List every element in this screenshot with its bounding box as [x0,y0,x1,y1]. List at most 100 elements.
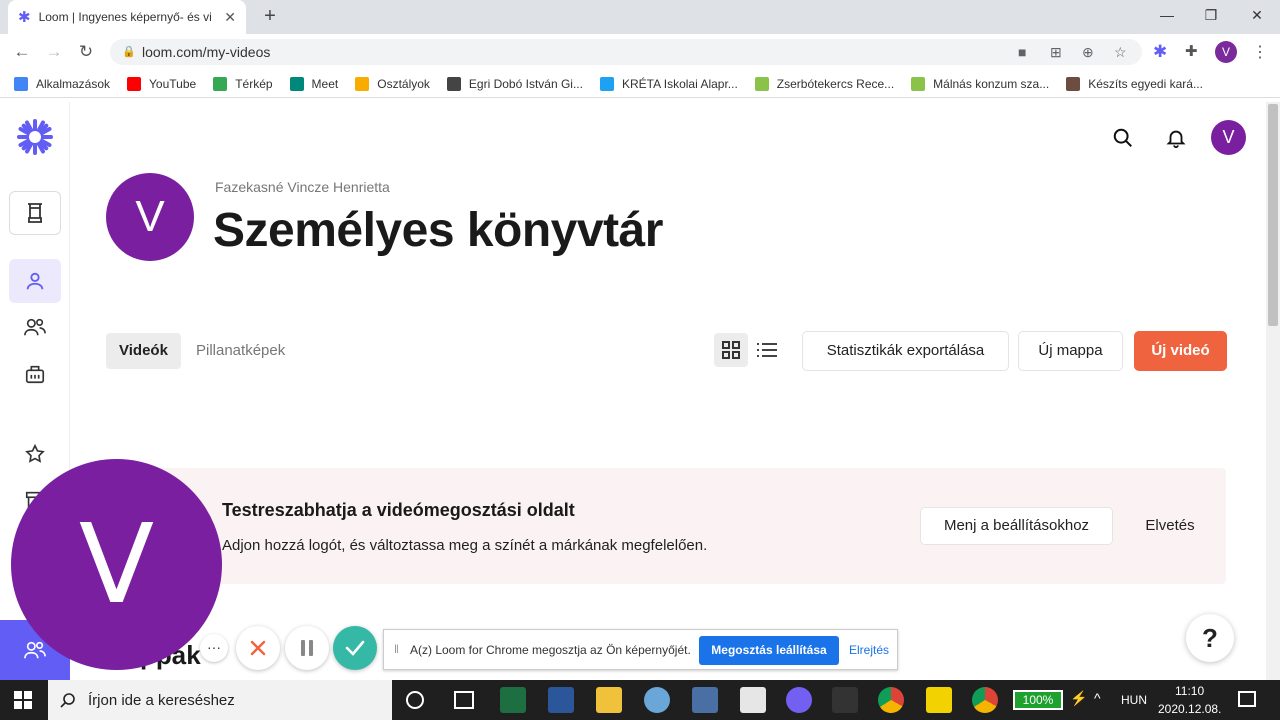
bookmark-item[interactable]: Meet [289,76,339,91]
bookmark-favicon-icon [289,76,304,91]
new-folder-button[interactable]: Új mappa [1018,331,1123,371]
extensions-puzzle-icon[interactable]: ✚ [1185,42,1198,60]
scrollbar-thumb[interactable] [1268,104,1278,326]
lock-icon: 🔒 [122,46,136,58]
banner-text: Adjon hozzá logót, és változtassa meg a … [222,537,708,554]
loom-favicon-icon: ✱ [18,9,31,26]
pause-recording-button[interactable] [285,626,329,670]
file-explorer-icon[interactable] [596,687,622,713]
translate-icon[interactable]: ⊞ [1050,44,1062,61]
export-stats-button[interactable]: Statisztikák exportálása [802,331,1009,371]
sidebar-item-personal[interactable] [9,259,61,303]
bookmark-item[interactable]: KRÉTA Iskolai Alapr... [599,76,738,91]
camera-bubble[interactable]: V [11,459,222,670]
task-view-icon[interactable] [454,691,474,709]
go-to-settings-button[interactable]: Menj a beállításokhoz [920,507,1113,545]
pdf-app-icon[interactable] [926,687,952,713]
close-window-button[interactable]: ✕ [1234,4,1280,28]
bookmark-label: Zserbótekercs Rece... [776,76,895,91]
bookmark-item[interactable]: Alkalmazások [14,76,110,91]
bookmark-label: Egri Dobó István Gi... [468,76,583,91]
restore-button[interactable]: ❐ [1188,4,1234,28]
browser-tab-strip: ✱ Loom | Ingyenes képernyő- és vi ✕ + — … [0,0,1280,34]
notepad-icon[interactable] [740,687,766,713]
loom-logo-icon[interactable] [16,118,54,156]
url-text: loom.com/my-videos [142,44,271,60]
menu-kebab-icon[interactable]: ⋮ [1252,42,1268,62]
bookmark-item[interactable]: Térkép [213,76,273,91]
bookmark-star-icon[interactable]: ☆ [1114,44,1127,61]
zoom-icon[interactable]: ⊕ [1082,44,1094,61]
word-icon[interactable] [548,687,574,713]
taskbar-search[interactable]: Írjon ide a kereséshez [48,680,392,720]
chrome-profile-icon[interactable] [972,687,998,713]
drag-handle-icon[interactable]: ‖ [394,642,399,656]
user-avatar[interactable]: V [1211,120,1246,155]
bookmark-favicon-icon [754,76,769,91]
notification-bell-icon[interactable] [1158,120,1194,156]
reload-button[interactable]: ↻ [76,42,96,62]
hide-share-bar-button[interactable]: Elrejtés [849,643,889,657]
bookmark-favicon-icon [1066,76,1081,91]
search-icon [60,693,75,708]
language-indicator[interactable]: HUN [1121,693,1147,707]
bookmark-item[interactable]: Osztályok [355,76,430,91]
recorder-more-button[interactable]: ··· [200,634,228,662]
new-tab-button[interactable]: + [258,5,282,29]
bookmark-label: Osztályok [377,76,430,91]
page-title: Személyes könyvtár [213,204,663,257]
bookmark-item[interactable]: YouTube [127,76,197,91]
viber-icon[interactable] [786,687,812,713]
minimize-button[interactable]: — [1144,4,1190,28]
app-icon[interactable] [692,687,718,713]
bookmark-label: KRÉTA Iskolai Alapr... [621,76,738,91]
tab-snapshots[interactable]: Pillanatképek [183,333,298,369]
windows-start-icon[interactable] [14,691,32,709]
browser-tab[interactable]: ✱ Loom | Ingyenes képernyő- és vi ✕ [8,0,246,34]
close-tab-icon[interactable]: ✕ [224,9,236,26]
bookmark-label: YouTube [149,76,197,91]
paint-icon[interactable] [644,687,670,713]
search-icon[interactable] [1105,120,1141,156]
sidebar-item-favorites[interactable] [9,432,61,476]
grid-view-icon[interactable] [714,333,748,367]
notification-center-icon[interactable] [1238,691,1256,707]
sidebar-item-workspace-library[interactable] [9,352,61,396]
address-bar[interactable]: 🔒 loom.com/my-videos ■ ⊞ ⊕ ☆ [110,39,1142,65]
list-view-icon[interactable] [752,333,782,367]
help-button[interactable]: ? [1186,614,1234,662]
new-video-button[interactable]: Új videó [1134,331,1227,371]
tab-videos[interactable]: Videók [106,333,181,369]
bookmark-favicon-icon [14,76,28,91]
workspace-icon[interactable] [9,191,61,235]
stop-sharing-button[interactable]: Megosztás leállítása [699,636,839,665]
chrome-icon[interactable] [878,687,904,713]
bookmark-label: Meet [311,76,339,91]
dismiss-banner-button[interactable]: Elvetés [1130,507,1210,545]
bookmark-item[interactable]: Zserbótekercs Rece... [754,76,895,91]
bookmark-favicon-icon [911,76,926,91]
cancel-recording-button[interactable] [236,626,280,670]
camera-icon[interactable]: ■ [1018,44,1026,60]
battery-indicator[interactable]: 100% [1013,690,1063,710]
bookmark-item[interactable]: Egri Dobó István Gi... [446,76,583,91]
profile-avatar[interactable]: V [1215,41,1237,63]
finish-recording-button[interactable] [333,626,377,670]
loom-extension-icon[interactable]: ✱ [1153,42,1167,62]
excel-icon[interactable] [500,687,526,713]
browser-toolbar: ← → ↻ 🔒 loom.com/my-videos ■ ⊞ ⊕ ☆ ✱ ✚ V… [0,34,1280,70]
taskbar-search-placeholder: Írjon ide a kereséshez [88,691,235,709]
bookmark-item[interactable]: Málnás konzum sza... [911,76,1049,91]
clock-date[interactable]: 2020.12.08. [1158,702,1221,716]
cortana-icon[interactable] [406,691,424,709]
forward-button[interactable]: → [44,42,64,62]
power-plug-icon: ⚡ [1070,690,1088,706]
clock-time[interactable]: 11:10 [1175,684,1204,698]
bookmark-label: Térkép [235,76,273,91]
bookmark-item[interactable]: Készíts egyedi kará... [1066,76,1203,91]
back-button[interactable]: ← [12,42,32,62]
sidebar-item-team[interactable] [9,305,61,349]
monitor-app-icon[interactable] [832,687,858,713]
bookmark-favicon-icon [355,76,370,91]
tray-chevron-icon[interactable]: ^ [1094,690,1101,706]
